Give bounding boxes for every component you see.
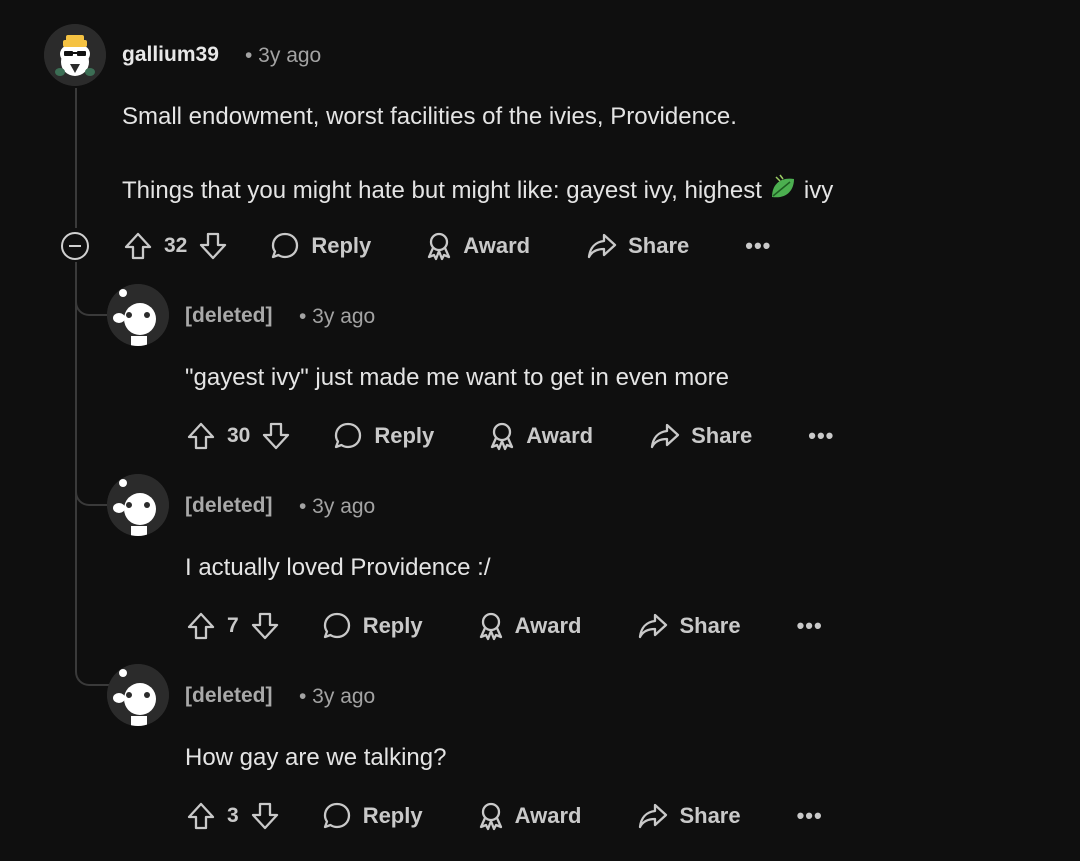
- award-label: Award: [514, 613, 582, 638]
- comment-username[interactable]: gallium39: [122, 43, 219, 67]
- reply-button[interactable]: Reply: [269, 230, 371, 262]
- reply-button[interactable]: Reply: [332, 420, 434, 452]
- avatar[interactable]: [107, 284, 169, 346]
- upvote-icon[interactable]: [122, 230, 154, 262]
- upvote-icon[interactable]: [185, 800, 217, 832]
- share-label: Share: [679, 613, 741, 638]
- share-button[interactable]: Share: [649, 420, 752, 452]
- avatar[interactable]: [107, 474, 169, 536]
- downvote-icon[interactable]: [197, 230, 229, 262]
- leaf-icon: [768, 173, 798, 210]
- more-options-icon[interactable]: •••: [745, 233, 771, 259]
- thread-line: [75, 88, 77, 228]
- vote-count: 3: [227, 804, 239, 827]
- share-label: Share: [679, 803, 741, 828]
- vote-count: 32: [164, 234, 188, 257]
- award-button[interactable]: Award: [423, 230, 530, 262]
- thread-elbow: [75, 642, 109, 686]
- award-label: Award: [514, 803, 582, 828]
- award-button[interactable]: Award: [486, 420, 593, 452]
- reply-button[interactable]: Reply: [321, 800, 423, 832]
- comment-username: [deleted]: [185, 494, 273, 517]
- award-button[interactable]: Award: [475, 610, 582, 642]
- comment-timestamp[interactable]: • 3y ago: [245, 44, 321, 68]
- downvote-icon[interactable]: [249, 800, 281, 832]
- comment-actions: 30 Reply Award Share •••: [185, 416, 834, 456]
- comment-timestamp[interactable]: • 3y ago: [299, 305, 375, 329]
- comment-body-line: Things that you might hate but might lik…: [122, 173, 833, 210]
- more-options-icon[interactable]: •••: [797, 803, 823, 829]
- collapse-thread-button[interactable]: [61, 232, 89, 260]
- avatar[interactable]: [107, 664, 169, 726]
- award-label: Award: [463, 233, 531, 258]
- thread-elbow: [75, 262, 109, 316]
- comment-timestamp[interactable]: • 3y ago: [299, 495, 375, 519]
- vote-count: 30: [227, 424, 251, 447]
- comment-username: [deleted]: [185, 684, 273, 707]
- upvote-icon[interactable]: [185, 610, 217, 642]
- comment-body: "gayest ivy" just made me want to get in…: [185, 364, 729, 391]
- comment-username: [deleted]: [185, 304, 273, 327]
- comment-body: I actually loved Providence :/: [185, 554, 491, 581]
- reply-label: Reply: [362, 803, 423, 828]
- more-options-icon[interactable]: •••: [808, 423, 834, 449]
- downvote-icon[interactable]: [249, 610, 281, 642]
- downvote-icon[interactable]: [260, 420, 292, 452]
- reply-label: Reply: [374, 423, 435, 448]
- comment-actions: 32 Reply Award Share •••: [122, 226, 771, 266]
- share-label: Share: [691, 423, 753, 448]
- vote-count: 7: [227, 614, 239, 637]
- award-label: Award: [526, 423, 594, 448]
- award-button[interactable]: Award: [475, 800, 582, 832]
- comment-body: How gay are we talking?: [185, 744, 447, 771]
- share-label: Share: [628, 233, 690, 258]
- share-button[interactable]: Share: [637, 800, 741, 832]
- reply-label: Reply: [362, 613, 423, 638]
- more-options-icon[interactable]: •••: [797, 613, 823, 639]
- comment-body-text: Things that you might hate but might lik…: [122, 176, 762, 204]
- comment-body-text: ivy: [803, 176, 834, 204]
- thread-elbow: [75, 452, 109, 506]
- comment-actions: 7 Reply Award Share •••: [185, 606, 823, 646]
- comment-timestamp[interactable]: • 3y ago: [299, 685, 375, 709]
- comment-body-line: Small endowment, worst facilities of the…: [122, 103, 737, 130]
- share-button[interactable]: Share: [637, 610, 741, 642]
- share-button[interactable]: Share: [586, 230, 689, 262]
- comment-actions: 3 Reply Award Share •••: [185, 796, 823, 836]
- avatar[interactable]: [44, 24, 106, 86]
- reply-button[interactable]: Reply: [321, 610, 423, 642]
- reply-label: Reply: [311, 233, 372, 258]
- upvote-icon[interactable]: [185, 420, 217, 452]
